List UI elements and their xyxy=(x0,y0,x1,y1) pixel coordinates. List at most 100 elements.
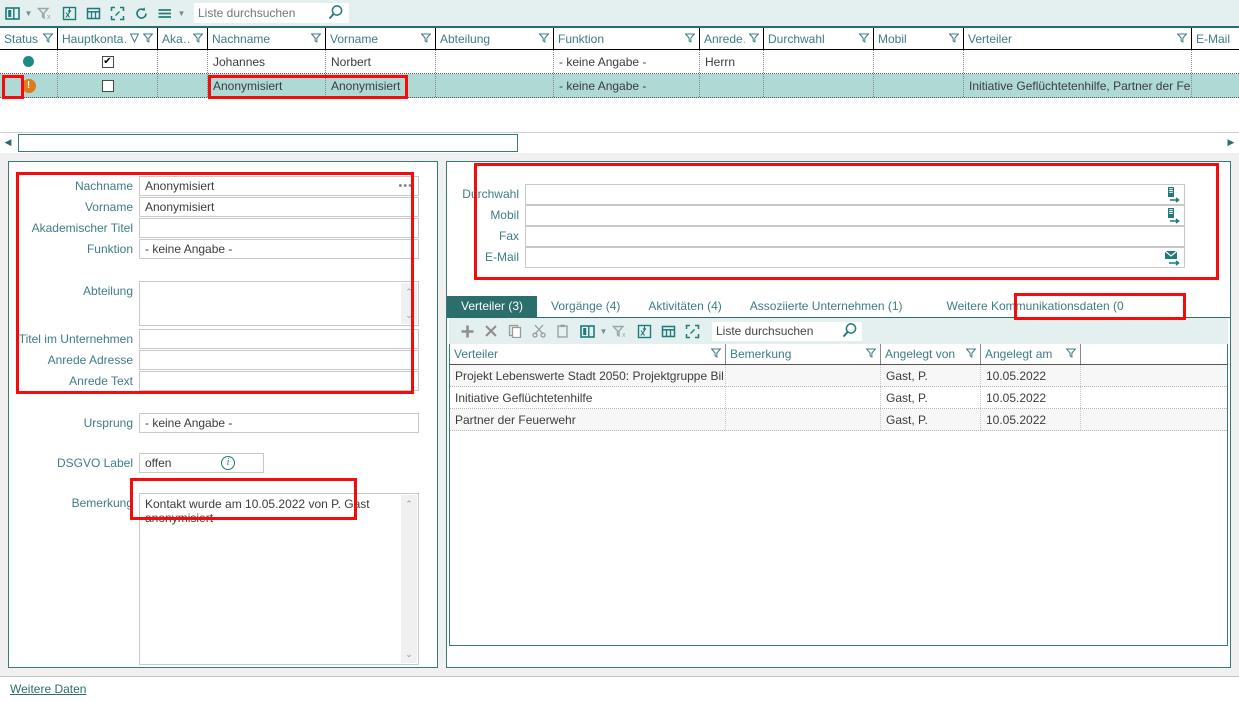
scrollbar-thumb[interactable] xyxy=(18,133,518,152)
copy-icon[interactable] xyxy=(505,321,525,341)
grid-column-header[interactable]: Vorname xyxy=(326,28,436,50)
grid-column-header[interactable]: Abteilung xyxy=(436,28,554,50)
magnifier-icon[interactable] xyxy=(842,322,859,342)
dsgvo-label-input[interactable]: offen i xyxy=(139,453,264,473)
tab-weitere[interactable]: Weitere Kommunikationsdaten (0 xyxy=(933,296,1138,317)
abteilung-textarea[interactable]: ⌃ ⌄ xyxy=(139,281,419,326)
table-layout-icon[interactable] xyxy=(658,321,678,341)
scrollbar-track[interactable] xyxy=(16,133,1223,152)
cut-icon[interactable] xyxy=(529,321,549,341)
filter-funnel-icon[interactable] xyxy=(192,32,204,46)
filter-funnel-icon[interactable] xyxy=(748,32,760,46)
tab-aktivitten[interactable]: Aktivitäten (4) xyxy=(634,296,735,317)
columns-icon[interactable] xyxy=(577,321,597,341)
columns-icon[interactable] xyxy=(1,2,23,24)
funktion-input[interactable]: - keine Angabe - xyxy=(139,239,419,259)
hauptkontakt-checkbox[interactable] xyxy=(101,79,114,92)
filter-funnel-icon[interactable] xyxy=(684,32,696,46)
titel-im-unternehmen-input[interactable] xyxy=(139,329,419,349)
verteiler-column-header[interactable]: Verteiler xyxy=(450,344,726,364)
filter-clear-icon[interactable]: x xyxy=(34,2,56,24)
grid-column-header[interactable]: Nachname xyxy=(208,28,326,50)
tab-vorgnge[interactable]: Vorgänge (4) xyxy=(537,296,634,317)
grid-column-header[interactable]: Durchwahl xyxy=(764,28,874,50)
grid-column-header[interactable]: Mobil xyxy=(874,28,964,50)
grid-column-header[interactable]: Funktion xyxy=(554,28,700,50)
grid-column-header[interactable]: Status xyxy=(0,28,58,50)
ursprung-input[interactable]: - keine Angabe - xyxy=(139,413,419,433)
filter-funnel-icon[interactable] xyxy=(420,32,432,46)
grid-column-header[interactable]: Verteiler xyxy=(964,28,1192,50)
chevron-left-icon[interactable]: ◀ xyxy=(0,134,16,152)
list-item[interactable]: Projekt Lebenswerte Stadt 2050: Projektg… xyxy=(450,365,1227,387)
paste-icon[interactable] xyxy=(553,321,573,341)
grid-column-header[interactable]: Anrede… xyxy=(700,28,764,50)
email-input[interactable] xyxy=(525,247,1185,268)
menu-dropdown-caret[interactable]: ▼ xyxy=(177,2,186,24)
anrede-text-input[interactable] xyxy=(139,371,419,391)
verteiler-search-box[interactable]: Liste durchsuchen xyxy=(712,321,862,342)
phone-dial-icon[interactable] xyxy=(1165,207,1181,227)
email-send-icon[interactable] xyxy=(1164,249,1181,269)
vorname-input[interactable]: Anonymisiert xyxy=(139,197,419,217)
filter-funnel-icon[interactable] xyxy=(710,347,722,361)
filter-funnel-icon[interactable] xyxy=(42,32,54,46)
expand-icon[interactable] xyxy=(682,321,702,341)
add-icon[interactable] xyxy=(457,321,477,341)
verteiler-column-header[interactable]: Bemerkung xyxy=(726,344,881,364)
filter-clear-icon[interactable]: x xyxy=(610,321,630,341)
excel-export-icon[interactable]: x xyxy=(634,321,654,341)
magnifier-icon[interactable] xyxy=(328,4,345,24)
grid-column-header[interactable]: E-Mail xyxy=(1192,28,1239,50)
table-row[interactable]: ! Anonymisiert Anonymisiert - keine Angabe … xyxy=(0,74,1239,98)
tab-verteiler[interactable]: Verteiler (3) xyxy=(447,296,538,317)
info-icon[interactable]: i xyxy=(221,456,235,470)
filter-funnel-icon[interactable] xyxy=(142,32,154,46)
verteiler-column-header[interactable]: Angelegt am xyxy=(981,344,1081,364)
filter-funnel-icon[interactable] xyxy=(965,347,977,361)
chevron-up-icon[interactable]: ⌃ xyxy=(405,497,413,511)
search-input[interactable] xyxy=(198,4,318,22)
abteilung-scrollbar[interactable]: ⌃ ⌄ xyxy=(401,283,417,324)
excel-export-icon[interactable]: x xyxy=(58,2,80,24)
hauptkontakt-checkbox[interactable]: ✔ xyxy=(101,55,114,68)
refresh-icon[interactable] xyxy=(130,2,152,24)
filter-funnel-icon[interactable] xyxy=(1176,32,1188,46)
tab-assoziierte[interactable]: Assoziierte Unternehmen (1) xyxy=(736,296,917,317)
filter-funnel-icon[interactable] xyxy=(310,32,322,46)
chevron-down-icon[interactable]: ⌄ xyxy=(405,647,413,661)
mobil-input[interactable] xyxy=(525,205,1185,226)
table-row[interactable]: ✔ Johannes Norbert - keine Angabe - Herrn xyxy=(0,50,1239,74)
search-box[interactable] xyxy=(194,3,349,23)
nachname-input[interactable]: Anonymisiert ••• xyxy=(139,176,419,196)
expand-icon[interactable] xyxy=(106,2,128,24)
weitere-daten-link[interactable]: Weitere Daten xyxy=(10,682,86,696)
filter-funnel-icon[interactable] xyxy=(538,32,550,46)
phone-dial-icon[interactable] xyxy=(1165,186,1181,206)
list-item[interactable]: Initiative Geflüchtetenhilfe Gast, P. 10.0… xyxy=(450,387,1227,409)
columns-dropdown-caret[interactable]: ▼ xyxy=(599,320,608,342)
filter-funnel-icon[interactable] xyxy=(1065,347,1077,361)
bemerkung-scrollbar[interactable]: ⌃ ⌄ xyxy=(401,495,417,663)
durchwahl-input[interactable] xyxy=(525,184,1185,205)
filter-funnel-icon[interactable] xyxy=(948,32,960,46)
filter-funnel-icon[interactable] xyxy=(858,32,870,46)
fax-input[interactable] xyxy=(525,226,1185,247)
chevron-right-icon[interactable]: ▶ xyxy=(1223,134,1239,152)
table-layout-icon[interactable] xyxy=(82,2,104,24)
sort-arrow-icon[interactable] xyxy=(129,32,140,46)
verteiler-column-header[interactable]: Angelegt von xyxy=(881,344,981,364)
horizontal-scrollbar[interactable]: ◀ ▶ xyxy=(0,132,1239,152)
columns-dropdown-caret[interactable]: ▼ xyxy=(24,2,33,24)
list-item[interactable]: Partner der Feuerwehr Gast, P. 10.05.2022 xyxy=(450,409,1227,431)
delete-icon[interactable] xyxy=(481,321,501,341)
akademischer-titel-input[interactable] xyxy=(139,218,419,238)
ellipsis-button[interactable]: ••• xyxy=(398,177,413,195)
chevron-down-icon[interactable]: ⌄ xyxy=(405,308,413,322)
grid-column-header[interactable]: Hauptkonta… xyxy=(58,28,158,50)
anrede-adresse-input[interactable] xyxy=(139,350,419,370)
bemerkung-textarea[interactable]: Kontakt wurde am 10.05.2022 von P. Gast … xyxy=(139,493,419,665)
grid-column-header[interactable]: Aka… xyxy=(158,28,208,50)
chevron-up-icon[interactable]: ⌃ xyxy=(405,285,413,299)
filter-funnel-icon[interactable] xyxy=(865,347,877,361)
